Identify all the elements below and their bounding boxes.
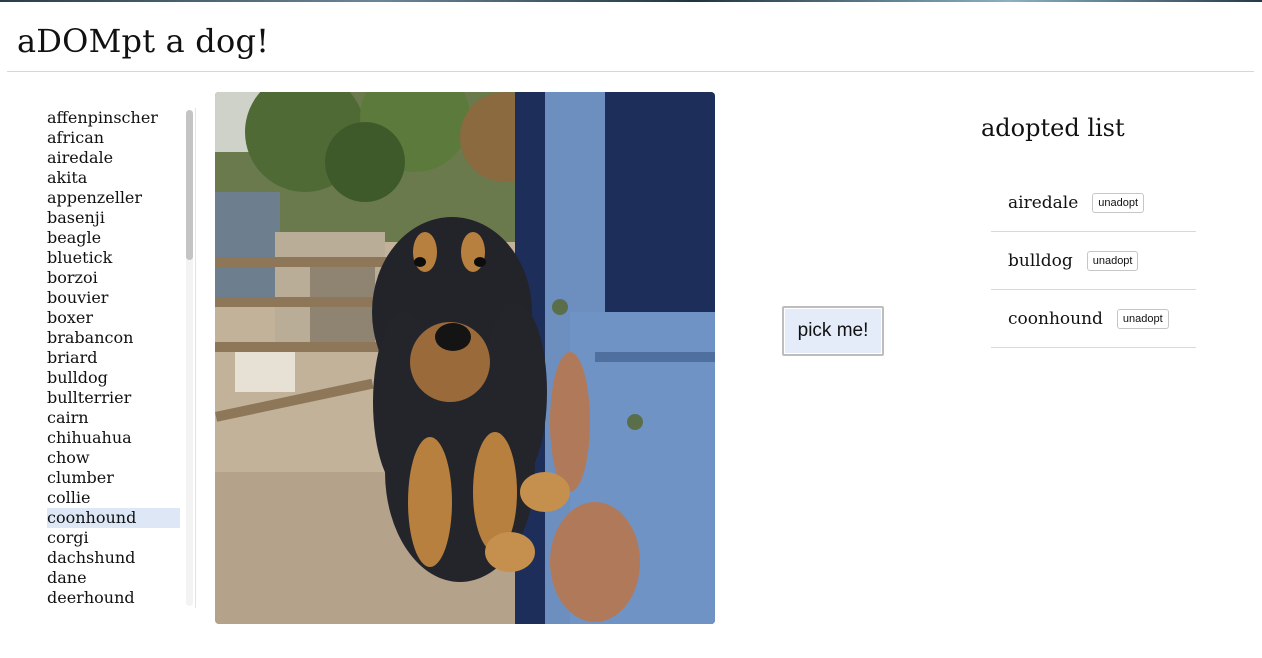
adopted-list-item: airedale unadopt (991, 174, 1196, 232)
breed-list-item[interactable]: cairn (47, 408, 180, 428)
breed-list-scrollbar[interactable] (186, 110, 193, 606)
breed-list-item[interactable]: corgi (47, 528, 180, 548)
breed-list-item[interactable]: chihuahua (47, 428, 180, 448)
dog-photo (215, 92, 715, 624)
adopted-list-item: coonhound unadopt (991, 290, 1196, 348)
adopted-dog-name: bulldog (1008, 250, 1073, 271)
breed-list-item[interactable]: clumber (47, 468, 180, 488)
breed-list-item[interactable]: african (47, 128, 180, 148)
header-divider (7, 71, 1254, 72)
breed-list-item[interactable]: borzoi (47, 268, 180, 288)
adopted-dog-name: coonhound (1008, 308, 1103, 329)
scrollbar-thumb[interactable] (186, 110, 193, 260)
unadopt-button[interactable]: unadopt (1086, 250, 1139, 271)
pick-me-button[interactable]: pick me! (782, 306, 884, 356)
page-title: aDOMpt a dog! (17, 22, 270, 60)
breed-list-item[interactable]: coonhound (47, 508, 180, 528)
breed-list-item[interactable]: dachshund (47, 548, 180, 568)
unadopt-button[interactable]: unadopt (1116, 308, 1169, 329)
breed-list-item[interactable]: brabancon (47, 328, 180, 348)
breed-list-item[interactable]: appenzeller (47, 188, 180, 208)
breed-list-item[interactable]: deerhound (47, 588, 180, 608)
breed-list-item[interactable]: chow (47, 448, 180, 468)
breed-list-item[interactable]: bulldog (47, 368, 180, 388)
puppy-image (215, 92, 715, 624)
top-accent-strip (0, 0, 1262, 2)
unadopt-button[interactable]: unadopt (1092, 192, 1145, 213)
breed-list-item[interactable]: bouvier (47, 288, 180, 308)
breed-list-item[interactable]: beagle (47, 228, 180, 248)
breed-list-item[interactable]: bullterrier (47, 388, 180, 408)
adopted-list-title: adopted list (981, 114, 1125, 142)
breed-list-item[interactable]: bluetick (47, 248, 180, 268)
breed-list-item[interactable]: briard (47, 348, 180, 368)
breed-list-item[interactable]: collie (47, 488, 180, 508)
adopted-dog-name: airedale (1008, 192, 1079, 213)
breed-list-item[interactable]: airedale (47, 148, 180, 168)
breed-list-item[interactable]: dane (47, 568, 180, 588)
breed-list-item[interactable]: akita (47, 168, 180, 188)
breed-list-item[interactable]: affenpinscher (47, 108, 180, 128)
adopted-list-item: bulldog unadopt (991, 232, 1196, 290)
breed-list-item[interactable]: boxer (47, 308, 180, 328)
breed-list[interactable]: affenpinscher african airedale akita appenze… (47, 108, 196, 608)
breed-list-item[interactable]: basenji (47, 208, 180, 228)
adopted-list: airedale unadopt bulldog unadopt coonhound un… (991, 174, 1196, 348)
